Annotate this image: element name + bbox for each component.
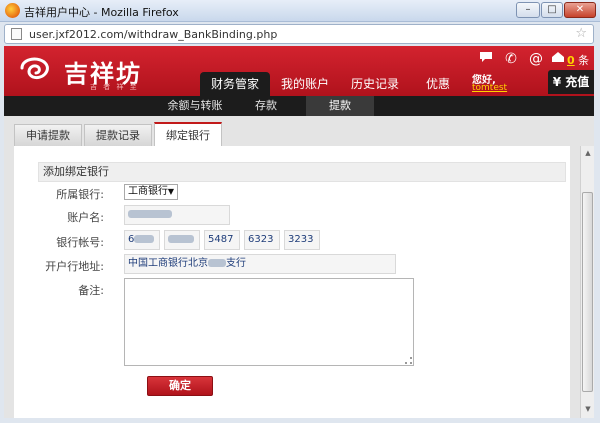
close-button[interactable]: ✕ xyxy=(564,2,596,18)
confirm-button[interactable]: 确定 xyxy=(147,376,213,396)
redacted-value xyxy=(134,235,155,243)
site-header: 吉祥坊 吉 者 祥 至 财务管家 我的账户 历史记录 优惠 ✆ @ 0 条 您好… xyxy=(4,46,594,96)
window-titlebar: 吉祥用户中心 - Mozilla Firefox – □ ✕ xyxy=(0,0,600,22)
nav-tab-promotions[interactable]: 优惠 xyxy=(410,72,466,96)
account-number-part-5[interactable]: 3233 xyxy=(284,230,320,250)
url-text[interactable]: user.jxf2012.com/withdraw_BankBinding.ph… xyxy=(29,28,277,41)
tab-bind-bank[interactable]: 绑定银行 xyxy=(154,122,222,147)
logo-swirl-icon xyxy=(20,57,49,80)
subnav-deposit[interactable]: 存款 xyxy=(236,96,296,116)
bank-binding-panel: 添加绑定银行 所属银行: 工商银行 ▼ 账户名: 银行帐号: 6 5487 632… xyxy=(14,146,570,418)
window-title: 吉祥用户中心 - Mozilla Firefox xyxy=(24,6,179,19)
dropdown-arrow-icon: ▼ xyxy=(167,187,174,196)
minimize-button[interactable]: – xyxy=(516,2,540,18)
star-icon[interactable]: ☆ xyxy=(575,26,587,41)
bank-label: 所属银行: xyxy=(56,188,104,201)
account-number-part-2[interactable] xyxy=(164,230,200,250)
tab-apply-withdrawal[interactable]: 申请提款 xyxy=(14,124,82,146)
resize-grip-icon[interactable] xyxy=(405,357,412,364)
subnav-withdraw[interactable]: 提款 xyxy=(306,96,374,116)
nav-tab-finance[interactable]: 财务管家 xyxy=(200,72,270,96)
account-name-label: 账户名: xyxy=(67,211,104,224)
subnav-balance-transfer[interactable]: 余额与转账 xyxy=(154,96,236,116)
page-icon xyxy=(11,28,22,40)
page-content: 申请提款 提款记录 绑定银行 添加绑定银行 所属银行: 工商银行 ▼ 账户名: 银… xyxy=(4,116,594,418)
inbox-icon[interactable] xyxy=(548,50,568,68)
section-title: 添加绑定银行 xyxy=(38,162,566,182)
address-bar[interactable]: user.jxf2012.com/withdraw_BankBinding.ph… xyxy=(4,24,594,44)
scroll-up-icon[interactable]: ▲ xyxy=(583,148,593,158)
branch-address-field[interactable]: 中国工商银行北京 支行 xyxy=(124,254,396,274)
account-number-label: 银行帐号: xyxy=(56,236,104,249)
account-name-field[interactable] xyxy=(124,205,230,225)
bank-select[interactable]: 工商银行 ▼ xyxy=(124,184,178,200)
branch-address-label: 开户行地址: xyxy=(45,260,104,273)
scroll-down-icon[interactable]: ▼ xyxy=(583,404,593,414)
account-number-part-1[interactable]: 6 xyxy=(124,230,160,250)
page-tabs: 申请提款 提款记录 绑定银行 xyxy=(4,116,580,147)
username-link[interactable]: tomtest xyxy=(472,83,507,93)
notes-textarea[interactable] xyxy=(124,278,414,366)
tab-withdrawal-records[interactable]: 提款记录 xyxy=(84,124,152,146)
email-at-icon[interactable]: @ xyxy=(526,50,546,68)
account-number-part-4[interactable]: 6323 xyxy=(244,230,280,250)
redacted-value xyxy=(208,259,226,267)
vertical-scrollbar[interactable]: ▲ ▼ xyxy=(580,146,594,418)
redacted-value xyxy=(128,210,172,218)
phone-icon[interactable]: ✆ xyxy=(501,50,521,68)
site-logo-tagline: 吉 者 祥 至 xyxy=(90,83,139,91)
nav-tab-history[interactable]: 历史记录 xyxy=(340,72,410,96)
maximize-button[interactable]: □ xyxy=(541,2,563,18)
notes-label: 备注: xyxy=(78,284,104,297)
redacted-value xyxy=(168,235,194,243)
chat-icon[interactable] xyxy=(476,50,496,68)
sub-navigation: 余额与转账 存款 提款 xyxy=(4,96,594,116)
firefox-logo-icon xyxy=(5,3,20,18)
scrollbar-thumb[interactable] xyxy=(582,192,593,392)
nav-tab-my-account[interactable]: 我的账户 xyxy=(270,72,340,96)
account-number-part-3[interactable]: 5487 xyxy=(204,230,240,250)
message-count[interactable]: 0 条 xyxy=(567,52,589,68)
recharge-button[interactable]: ¥ 充值 xyxy=(548,70,594,94)
